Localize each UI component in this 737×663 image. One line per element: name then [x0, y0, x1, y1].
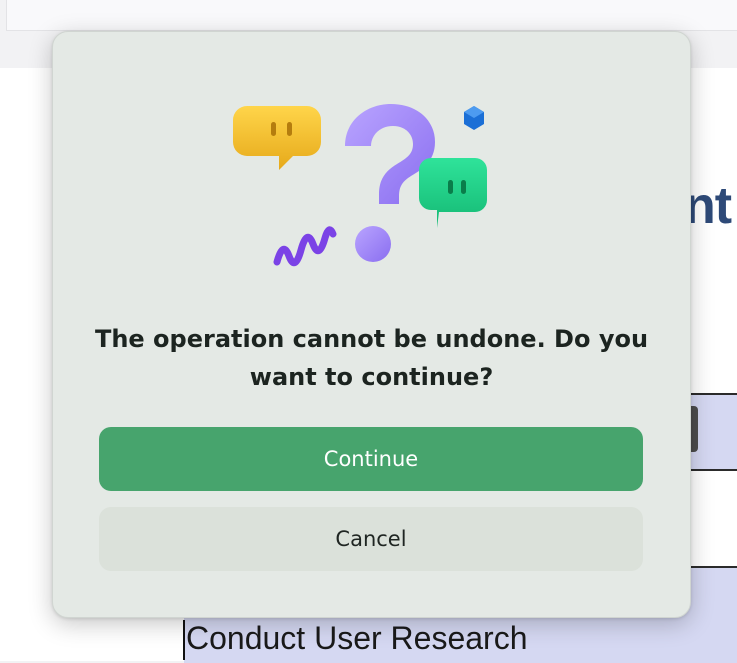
- dialog-message: The operation cannot be undone. Do you w…: [94, 325, 649, 391]
- question-mark-chat-bubbles-icon: [233, 104, 487, 267]
- background-heading: nt: [684, 177, 732, 235]
- text-caret: [183, 620, 185, 660]
- task-name-cell[interactable]: Conduct User Research: [186, 620, 527, 657]
- background-top-card: [6, 0, 737, 31]
- confirmation-dialog: The operation cannot be undone. Do you w…: [52, 31, 691, 618]
- continue-button[interactable]: Continue: [99, 427, 643, 491]
- cancel-button[interactable]: Cancel: [99, 507, 643, 571]
